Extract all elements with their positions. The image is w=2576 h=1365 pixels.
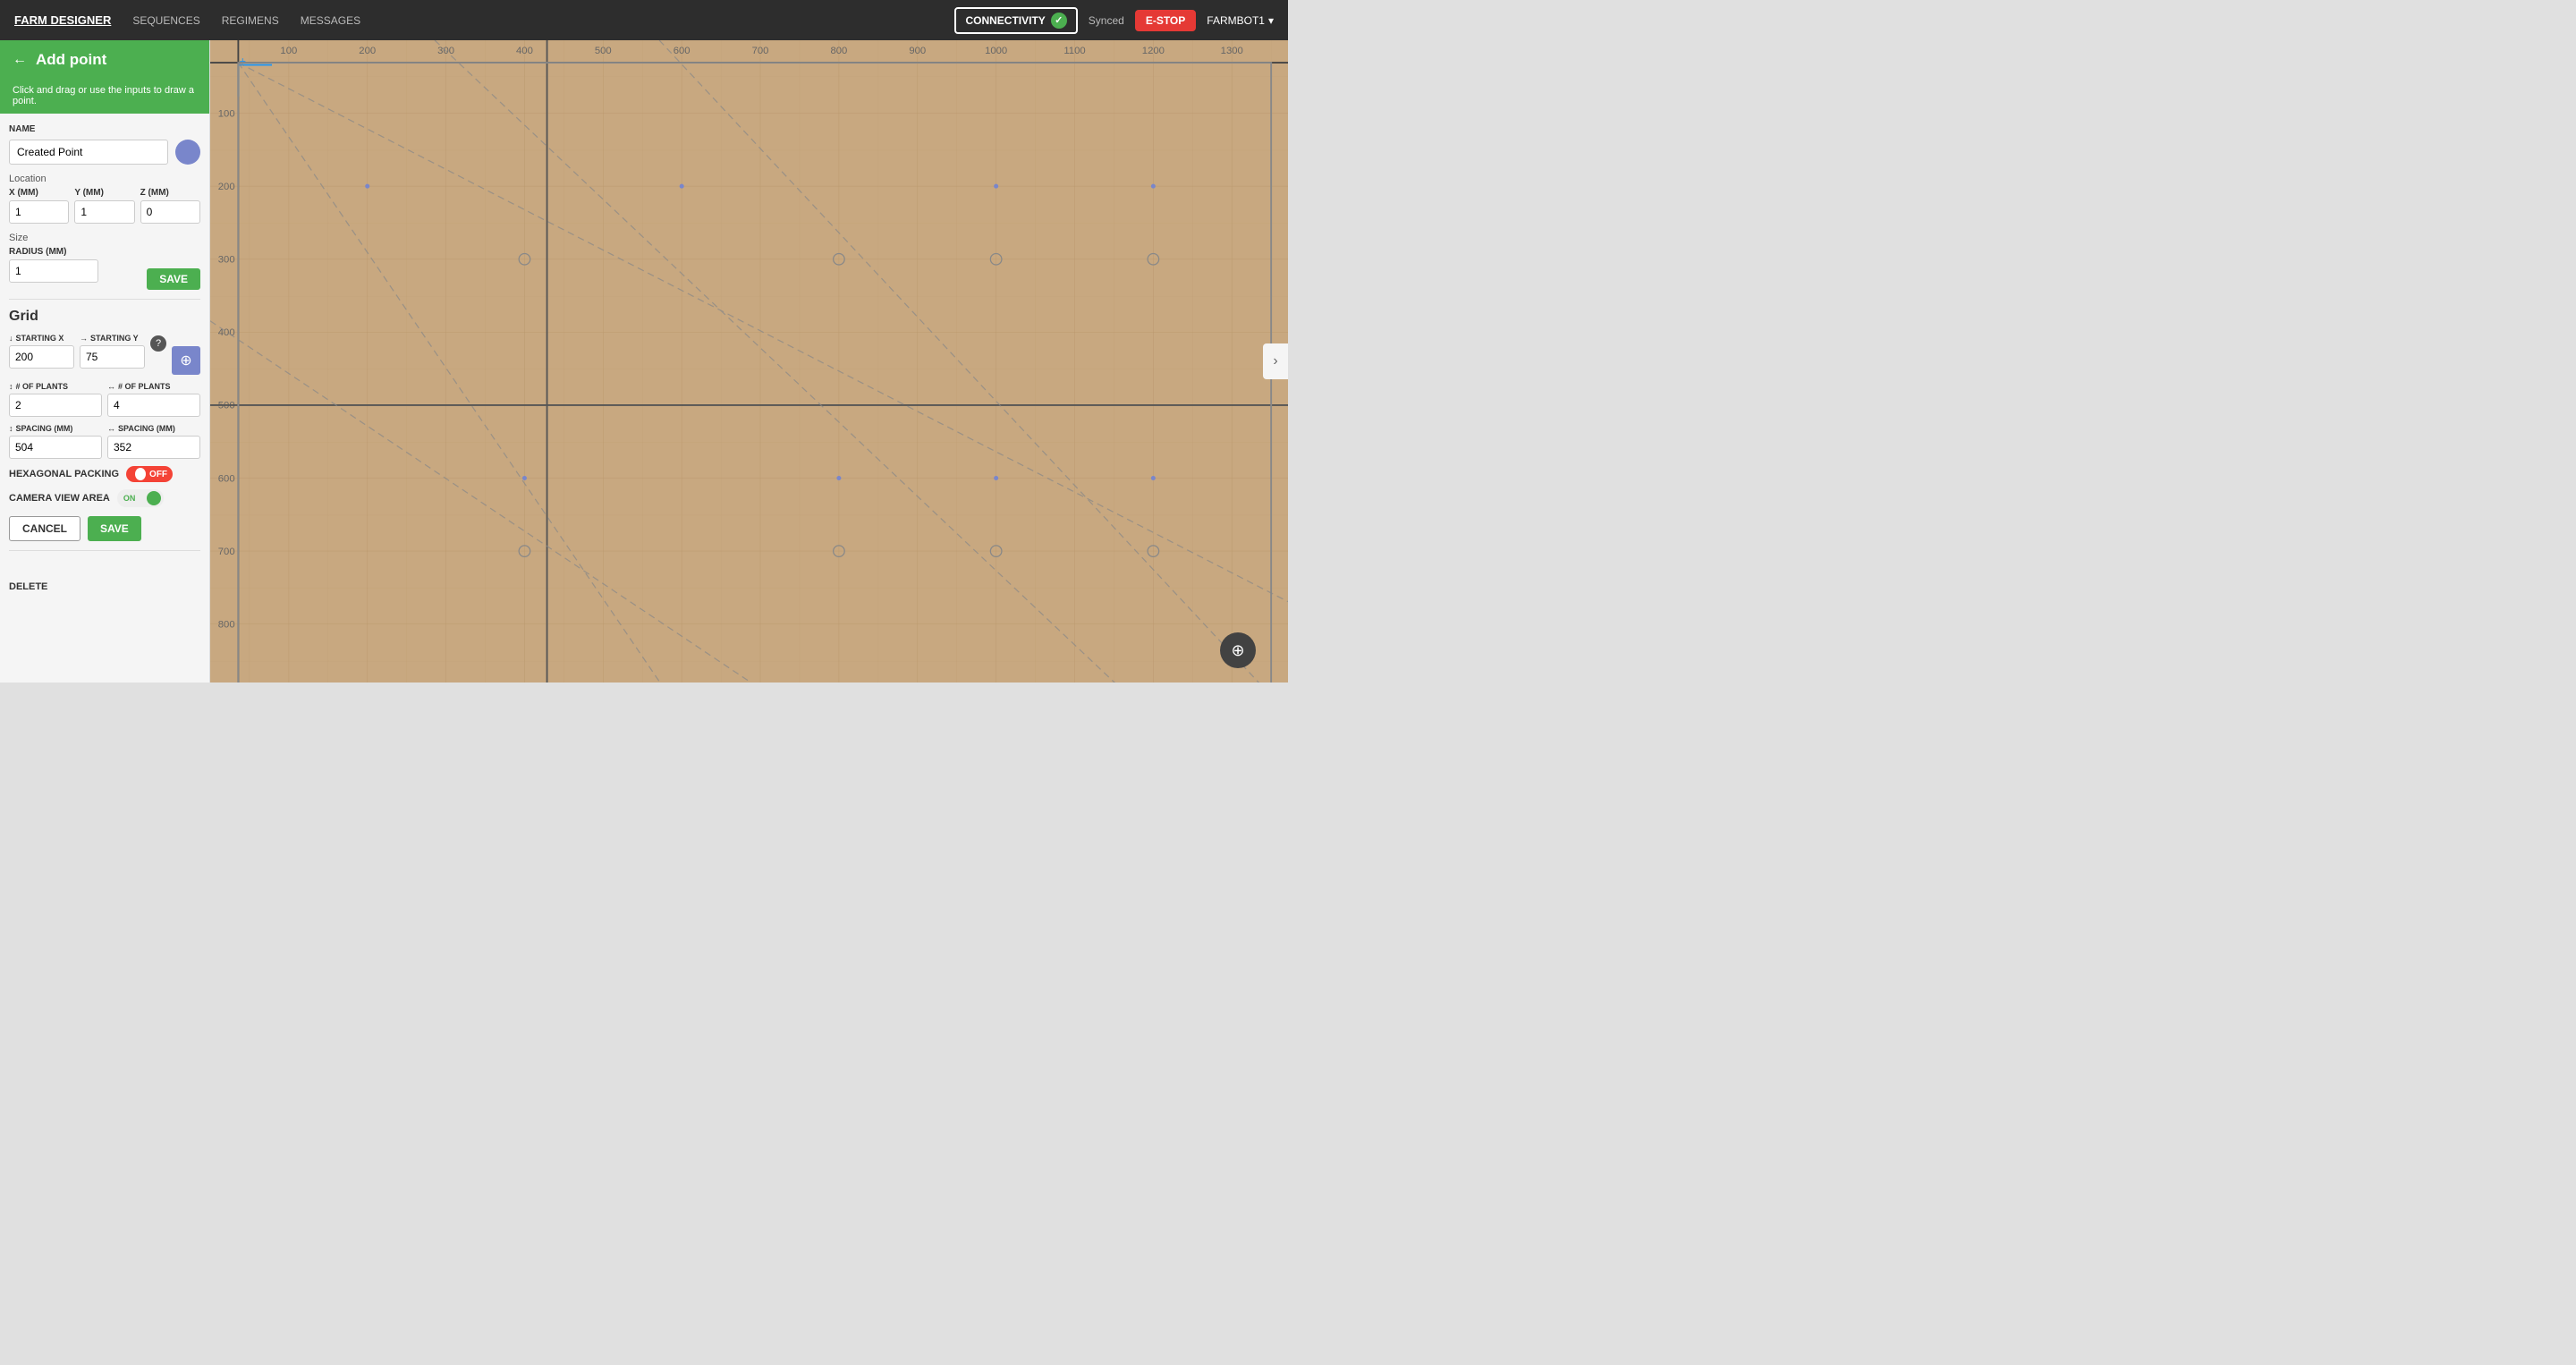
svg-text:200: 200 [359, 46, 376, 56]
plants-h-group: ↔ # OF PLANTS [107, 382, 200, 417]
svg-text:500: 500 [595, 46, 612, 56]
divider1 [9, 299, 200, 300]
sync-status: Synced [1089, 14, 1124, 27]
starting-x-input[interactable] [9, 345, 74, 369]
svg-text:1000: 1000 [985, 46, 1007, 56]
delete-label: DELETE [9, 581, 47, 592]
camera-toggle[interactable]: ON [117, 489, 164, 507]
svg-text:600: 600 [218, 473, 235, 484]
svg-text:1100: 1100 [1063, 46, 1085, 56]
camera-label: CAMERA VIEW AREA [9, 493, 110, 504]
map-canvas: 100 200 300 400 500 600 700 800 900 1000… [210, 40, 1288, 682]
delete-section: DELETE [0, 571, 209, 601]
svg-text:100: 100 [280, 46, 297, 56]
y-label: Y (MM) [74, 188, 134, 198]
svg-text:400: 400 [516, 46, 533, 56]
spacing-h-label: ↔ SPACING (MM) [107, 424, 200, 433]
hex-toggle[interactable]: OFF [126, 466, 173, 482]
cancel-button[interactable]: CANCEL [9, 516, 80, 541]
grid-title: Grid [9, 309, 200, 325]
farmbot-selector[interactable]: FARMBOT1 ▾ [1207, 14, 1274, 27]
plants-h-label: ↔ # OF PLANTS [107, 382, 200, 391]
name-input[interactable] [9, 140, 168, 165]
spacing-v-input[interactable] [9, 436, 102, 459]
map-panel-toggle[interactable]: › [1263, 343, 1288, 379]
z-coord-group: Z (MM) [140, 188, 200, 224]
spacing-v-label: ↕ SPACING (MM) [9, 424, 102, 433]
spacing-v-group: ↕ SPACING (MM) [9, 424, 102, 459]
z-label: Z (MM) [140, 188, 200, 198]
svg-text:900: 900 [909, 46, 926, 56]
nav-farm-designer[interactable]: FARM DESIGNER [14, 13, 111, 27]
action-buttons: CANCEL SAVE [9, 516, 200, 541]
size-label: Size [9, 233, 200, 243]
name-label: NAME [9, 124, 200, 134]
svg-text:700: 700 [218, 547, 235, 557]
nav-crosshair-button[interactable]: ⊕ [1220, 632, 1256, 668]
connectivity-button[interactable]: CONNECTIVITY ✓ [954, 7, 1077, 34]
nav-right: CONNECTIVITY ✓ Synced E-STOP FARMBOT1 ▾ [954, 7, 1274, 34]
plants-v-group: ↕ # OF PLANTS [9, 382, 102, 417]
back-button[interactable]: ← [13, 52, 27, 68]
location-label: Location [9, 174, 200, 184]
plants-v-input[interactable] [9, 394, 102, 417]
hex-label: HEXAGONAL PACKING [9, 469, 119, 479]
svg-text:100: 100 [218, 108, 235, 119]
main-layout: ← Add point Click and drag or use the in… [0, 40, 1288, 682]
camera-view-row: CAMERA VIEW AREA ON [9, 489, 200, 507]
form-section: NAME Location X (MM) Y (MM) Z (MM) [0, 114, 209, 571]
estop-button[interactable]: E-STOP [1135, 10, 1196, 31]
svg-text:800: 800 [830, 46, 847, 56]
move-to-grid-button[interactable]: ⊕ [172, 346, 200, 375]
svg-text:400: 400 [218, 327, 235, 338]
nav-messages[interactable]: MESSAGES [301, 14, 360, 27]
starting-x-label: ↓ STARTING X [9, 334, 74, 343]
radius-input[interactable] [9, 259, 98, 283]
help-icon[interactable]: ? [150, 335, 166, 352]
divider2 [9, 550, 200, 551]
grid-starting-row: ↓ STARTING X → STARTING Y ? ⊕ [9, 334, 200, 375]
toggle-circle [135, 468, 146, 480]
svg-text:300: 300 [218, 255, 235, 266]
svg-text:600: 600 [674, 46, 691, 56]
svg-text:700: 700 [752, 46, 769, 56]
x-label: X (MM) [9, 188, 69, 198]
svg-text:800: 800 [218, 619, 235, 630]
x-coord-group: X (MM) [9, 188, 69, 224]
spacing-h-input[interactable] [107, 436, 200, 459]
plants-v-label: ↕ # OF PLANTS [9, 382, 102, 391]
grid-spacing-row: ↕ SPACING (MM) ↔ SPACING (MM) [9, 424, 200, 459]
toggle-on-circle [147, 491, 161, 505]
radius-label: RADIUS (MM) [9, 247, 200, 257]
hexagonal-packing-row: HEXAGONAL PACKING OFF [9, 466, 200, 482]
connectivity-check-icon: ✓ [1051, 13, 1067, 29]
save-grid-button[interactable]: SAVE [88, 516, 141, 541]
panel-header: ← Add point [0, 40, 209, 80]
map-area[interactable]: 100 200 300 400 500 600 700 800 900 1000… [210, 40, 1288, 682]
plants-h-input[interactable] [107, 394, 200, 417]
svg-text:1300: 1300 [1221, 46, 1243, 56]
name-row [9, 140, 200, 165]
coords-row: X (MM) Y (MM) Z (MM) [9, 188, 200, 224]
nav-regimens[interactable]: REGIMENS [222, 14, 279, 27]
y-input[interactable] [74, 200, 134, 224]
svg-text:1200: 1200 [1142, 46, 1165, 56]
y-coord-group: Y (MM) [74, 188, 134, 224]
save-point-button[interactable]: SAVE [147, 268, 200, 290]
starting-x-group: ↓ STARTING X [9, 334, 74, 369]
x-input[interactable] [9, 200, 69, 224]
starting-y-group: → STARTING Y [80, 334, 145, 369]
starting-y-input[interactable] [80, 345, 145, 369]
z-input[interactable] [140, 200, 200, 224]
starting-y-label: → STARTING Y [80, 334, 145, 343]
panel-title: Add point [36, 51, 106, 69]
nav-sequences[interactable]: SEQUENCES [132, 14, 199, 27]
top-navigation: FARM DESIGNER SEQUENCES REGIMENS MESSAGE… [0, 0, 1288, 40]
left-panel: ← Add point Click and drag or use the in… [0, 40, 210, 682]
spacing-h-group: ↔ SPACING (MM) [107, 424, 200, 459]
panel-subtitle: Click and drag or use the inputs to draw… [0, 80, 209, 114]
grid-plants-row: ↕ # OF PLANTS ↔ # OF PLANTS [9, 382, 200, 417]
color-picker[interactable] [175, 140, 200, 165]
svg-text:200: 200 [218, 182, 235, 192]
